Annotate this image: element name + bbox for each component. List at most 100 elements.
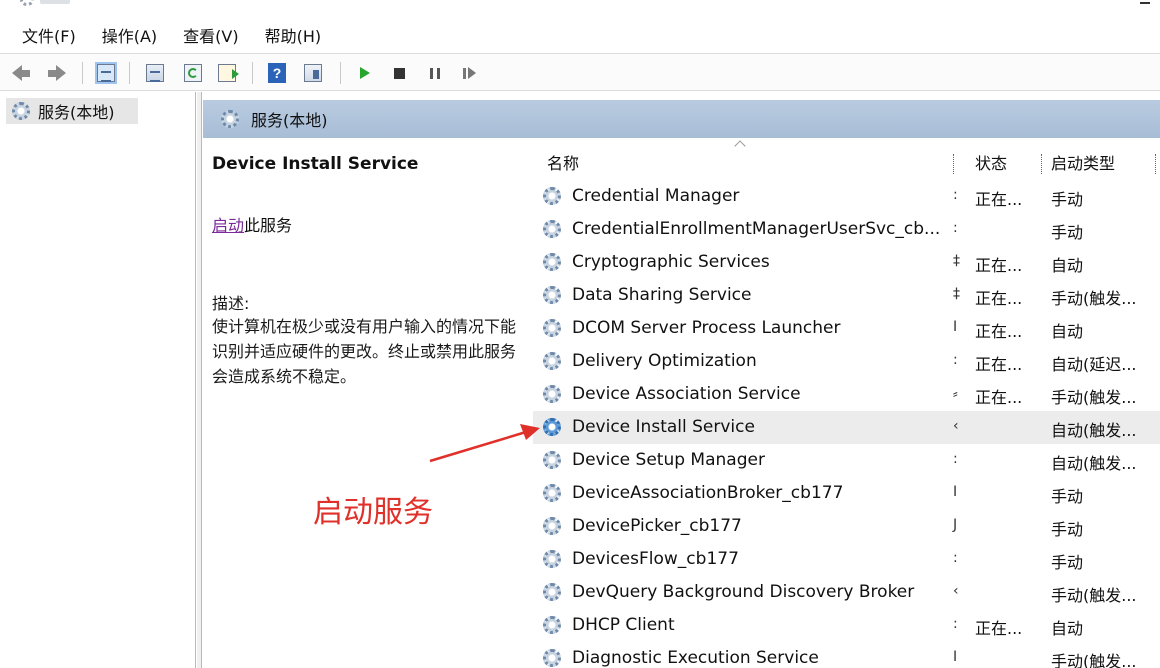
service-name: DevQuery Background Discovery Broker	[572, 582, 915, 602]
service-description-truncated: ⸗	[953, 386, 958, 402]
service-gear-icon	[543, 418, 561, 436]
extended-description-panel: Device Install Service 启动此服务 描述: 使计算机在极少…	[203, 138, 533, 668]
service-name: Credential Manager	[572, 186, 740, 206]
service-row[interactable]: DevQuery Background Discovery Broker ‹ 手…	[533, 576, 1160, 609]
export-list-button[interactable]	[218, 63, 239, 83]
service-description-truncated: :	[953, 616, 958, 632]
service-row[interactable]: Cryptographic Services ‡ 正在... 自动	[533, 246, 1160, 279]
service-name: Device Setup Manager	[572, 450, 765, 470]
properties-button[interactable]	[146, 63, 164, 83]
service-row[interactable]: DevicesFlow_cb177 : 手动	[533, 543, 1160, 576]
service-gear-icon	[543, 385, 561, 403]
service-row[interactable]: DCOM Server Process Launcher I 正在... 自动	[533, 312, 1160, 345]
menu-view[interactable]: 查看(V)	[183, 23, 238, 47]
start-service-link[interactable]: 启动	[212, 216, 244, 235]
minimize-icon[interactable]	[1140, 2, 1150, 4]
column-header-startup-type[interactable]: 启动类型	[1051, 150, 1115, 174]
service-startup-type: 手动(触发...	[1051, 652, 1137, 668]
column-resize-handle[interactable]	[1155, 154, 1156, 174]
service-startup-type: 手动	[1051, 553, 1084, 572]
service-name: Diagnostic Execution Service	[572, 648, 819, 668]
services-app-icon	[20, 0, 34, 6]
toolbar-separator	[82, 62, 83, 84]
menu-file[interactable]: 文件(F)	[22, 23, 76, 47]
column-resize-handle[interactable]	[953, 154, 954, 174]
service-row[interactable]: DeviceAssociationBroker_cb177 I 手动	[533, 477, 1160, 510]
services-gear-icon	[221, 110, 239, 128]
service-gear-icon	[543, 187, 561, 205]
service-startup-type: 自动	[1051, 322, 1084, 341]
service-name: DCOM Server Process Launcher	[572, 318, 841, 338]
service-status: 正在...	[975, 355, 1023, 374]
service-row[interactable]: CredentialEnrollmentManagerUserSvc_cb...…	[533, 213, 1160, 246]
pane-header: 服务(本地)	[203, 100, 1160, 138]
show-hide-tree-button[interactable]	[95, 62, 117, 84]
service-name: Device Association Service	[572, 384, 801, 404]
service-startup-type: 自动	[1051, 619, 1084, 638]
pause-service-button[interactable]	[430, 63, 440, 83]
service-startup-type: 手动	[1051, 190, 1084, 209]
service-gear-icon	[543, 451, 561, 469]
services-pane: 服务(本地) Device Install Service 启动此服务 描述: …	[203, 92, 1160, 668]
title-bar	[0, 0, 1160, 16]
column-header-name[interactable]: 名称	[547, 150, 579, 174]
service-startup-type: 手动	[1051, 520, 1084, 539]
pause-service-icon	[430, 67, 440, 79]
service-name: DHCP Client	[572, 615, 675, 635]
pane-header-label: 服务(本地)	[251, 111, 328, 130]
refresh-button[interactable]	[184, 63, 202, 83]
toolbar-separator	[340, 62, 341, 84]
service-startup-type: 自动(延迟...	[1051, 355, 1137, 374]
service-row[interactable]: Device Association Service ⸗ 正在... 手动(触发…	[533, 378, 1160, 411]
start-service-suffix: 此服务	[244, 216, 293, 235]
service-gear-icon	[543, 583, 561, 601]
menu-help[interactable]: 帮助(H)	[265, 23, 322, 47]
service-row[interactable]: Diagnostic Execution Service I 手动(触发...	[533, 642, 1160, 668]
service-gear-icon	[543, 286, 561, 304]
service-description-truncated: :	[953, 352, 958, 368]
column-header-status[interactable]: 状态	[975, 150, 1007, 174]
menu-action[interactable]: 操作(A)	[102, 23, 157, 47]
service-row[interactable]: Data Sharing Service ‡ 正在... 手动(触发...	[533, 279, 1160, 312]
column-resize-handle[interactable]	[1041, 154, 1042, 174]
service-status: 正在...	[975, 619, 1023, 638]
pane-splitter[interactable]	[197, 92, 202, 668]
forward-button[interactable]	[48, 63, 66, 83]
stop-service-icon	[394, 67, 405, 79]
service-row[interactable]: DevicePicker_cb177 J 手动	[533, 510, 1160, 543]
stop-service-button[interactable]	[394, 63, 405, 83]
window-title-fragment	[40, 0, 70, 4]
description-label: 描述:	[212, 294, 250, 313]
service-gear-icon	[543, 352, 561, 370]
start-service-button[interactable]	[360, 63, 370, 83]
start-service-icon	[360, 67, 370, 79]
show-console-button[interactable]	[304, 63, 322, 83]
tree-item-services-local[interactable]: 服务(本地)	[6, 98, 138, 124]
service-row[interactable]: Delivery Optimization : 正在... 自动(延迟...	[533, 345, 1160, 378]
service-name: DeviceAssociationBroker_cb177	[572, 483, 844, 503]
sort-ascending-icon	[734, 140, 746, 152]
service-row[interactable]: Credential Manager : 正在... 手动	[533, 180, 1160, 213]
service-description-truncated: I	[953, 649, 958, 665]
help-button[interactable]: ?	[268, 63, 286, 83]
refresh-icon	[184, 64, 202, 82]
service-description-truncated: :	[953, 451, 958, 467]
selected-service-title: Device Install Service	[212, 154, 419, 174]
service-startup-type: 手动	[1051, 223, 1084, 242]
service-gear-icon	[543, 220, 561, 238]
service-row[interactable]: Device Setup Manager : 自动(触发...	[533, 444, 1160, 477]
service-status: 正在...	[975, 322, 1023, 341]
service-gear-icon	[543, 517, 561, 535]
description-text: 使计算机在极少或没有用户输入的情况下能识别并适应硬件的更改。终止或禁用此服务会造…	[212, 317, 517, 386]
service-name: DevicesFlow_cb177	[572, 549, 739, 569]
service-row-selected[interactable]: Device Install Service ‹ 自动(触发...	[533, 411, 1160, 444]
resume-service-button[interactable]	[463, 63, 476, 83]
back-button[interactable]	[12, 63, 30, 83]
console-tree: 服务(本地)	[0, 92, 196, 668]
start-service-line: 启动此服务	[212, 212, 292, 236]
service-row[interactable]: DHCP Client : 正在... 自动	[533, 609, 1160, 642]
resume-service-icon	[463, 67, 476, 79]
tree-item-label: 服务(本地)	[38, 103, 115, 122]
service-name: Device Install Service	[572, 417, 755, 437]
service-startup-type: 手动	[1051, 487, 1084, 506]
